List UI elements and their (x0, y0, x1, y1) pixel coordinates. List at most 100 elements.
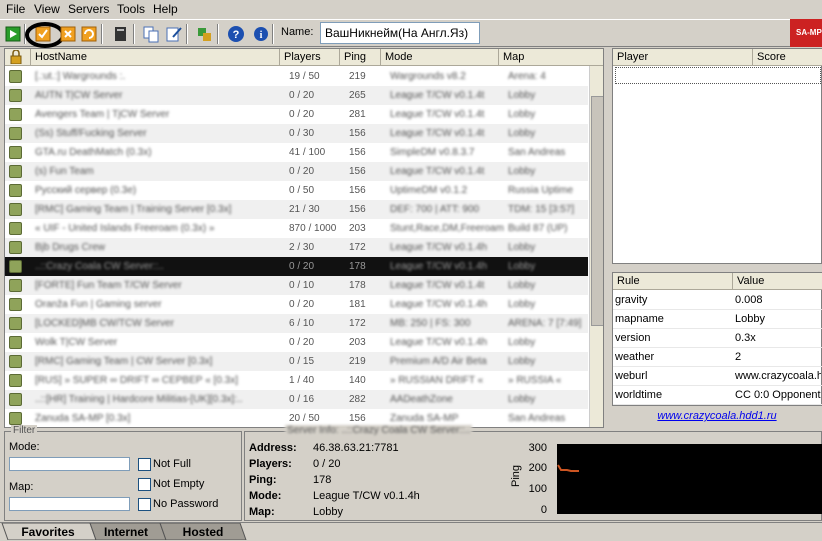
not-empty-checkbox[interactable] (138, 478, 151, 491)
server-host-cell: GTA.ru DeathMatch (0.3x) (35, 147, 152, 158)
tab-internet[interactable]: Internet (93, 524, 159, 541)
server-row[interactable]: (s) Fun Team 0 / 20 156 League T/CW v0.1.4t… (5, 162, 588, 181)
rule-row[interactable]: mapname Lobby (613, 310, 822, 329)
value-column-header[interactable]: Value (733, 273, 822, 290)
connect-button[interactable] (3, 24, 21, 42)
selected-server-row[interactable]: ..::Crazy Coala CW Server::.. 0 / 20 178 Le… (5, 257, 588, 276)
nickname-input[interactable]: ВашНикнейм(На Англ.Яз) (320, 22, 480, 44)
server-status-icon (9, 127, 22, 140)
server-map-cell: Arena: 4 (508, 71, 546, 82)
server-row[interactable]: AUTN T|CW Server 0 / 20 265 League T/CW v0.… (5, 86, 588, 105)
help-icon: ? (228, 26, 244, 42)
mode-filter-input[interactable] (9, 457, 130, 471)
server-row[interactable]: Wolk T|CW Server 0 / 20 203 League T/CW v0.… (5, 333, 588, 352)
rule-row[interactable]: weather 2 (613, 348, 822, 367)
server-tools-icon (198, 28, 211, 41)
rule-name-cell: mapname (615, 313, 664, 325)
server-row[interactable]: [FORTE] Fun Team T/CW Server 0 / 10 178 Lea… (5, 276, 588, 295)
server-row[interactable]: [RMC] Gaming Team | Training Server [0.3… (5, 200, 588, 219)
tab-hosted[interactable]: Hosted (165, 524, 241, 541)
menu-view[interactable]: View (34, 2, 60, 16)
server-players-cell: 870 / 1000 (289, 223, 337, 234)
master-list-button[interactable] (194, 24, 212, 42)
graph-tick-200: 200 (528, 462, 547, 474)
help-button[interactable]: ? (226, 24, 244, 42)
rule-row[interactable]: version 0.3x (613, 329, 822, 348)
menu-file[interactable]: File (6, 2, 25, 16)
not-full-checkbox[interactable] (138, 458, 151, 471)
server-website-link[interactable]: www.crazycoala.hdd1.ru (612, 406, 822, 426)
mode-column-header[interactable]: Mode (381, 49, 499, 66)
rule-value-cell: CC 0:0 Opponent (735, 389, 821, 401)
server-ping-cell: 219 (349, 71, 366, 82)
player-column-header[interactable]: Player (613, 49, 753, 66)
server-row[interactable]: Avengers Team | TjCW Server 0 / 20 281 Leag… (5, 105, 588, 124)
server-host-cell: [.:ut.:] Wargrounds :. (35, 71, 126, 82)
server-ping-cell: 156 (349, 166, 366, 177)
players-column-header[interactable]: Players (280, 49, 340, 66)
server-row[interactable]: Oranža Fun | Gaming server 0 / 20 181 Leagu… (5, 295, 588, 314)
copy-button[interactable] (141, 24, 159, 43)
menu-help[interactable]: Help (153, 2, 178, 16)
server-status-icon (9, 241, 22, 254)
server-status-icon (9, 89, 22, 102)
delete-icon (60, 26, 76, 42)
player-list[interactable]: Player Score (612, 48, 822, 264)
server-list-scrollbar[interactable] (589, 66, 603, 427)
rule-row[interactable]: worldtime CC 0:0 Opponent (613, 386, 822, 405)
rules-list[interactable]: Rule Value gravity 0.008 mapname Lobby versi… (612, 272, 822, 406)
menu-tools[interactable]: Tools (117, 2, 145, 16)
server-status-icon (9, 184, 22, 197)
server-row[interactable]: (Ss) Stuff/Fucking Server 0 / 30 156 League… (5, 124, 588, 143)
edit-button[interactable] (164, 24, 182, 42)
rule-row[interactable]: gravity 0.008 (613, 291, 822, 310)
server-row[interactable]: [RUS] » SUPER ∞ DRIFT ∞ СЕРВЕР « [0.3x] 1… (5, 371, 588, 390)
server-ping-cell: 156 (349, 185, 366, 196)
server-row[interactable]: [RMC] Gaming Team | CW Server [0.3x] 0 / … (5, 352, 588, 371)
server-status-icon (9, 355, 22, 368)
no-password-checkbox[interactable] (138, 498, 151, 511)
server-ping-cell: 181 (349, 299, 366, 310)
rule-row[interactable]: weburl www.crazycoala.h (613, 367, 822, 386)
menu-servers[interactable]: Servers (68, 2, 109, 16)
server-map-cell: Lobby (508, 280, 536, 291)
rule-name-cell: version (615, 332, 651, 344)
server-mode-cell: League T/CW v0.1.4t (390, 128, 485, 139)
menu-bar: File View Servers Tools Help (0, 0, 822, 18)
note-button[interactable] (110, 24, 128, 42)
server-row[interactable]: [LOCKED]MB CW/TCW Server 6 / 10 172 MB: 250… (5, 314, 588, 333)
server-players-cell: 0 / 20 (289, 261, 315, 272)
server-mode-cell: » RUSSIAN DRIFT « (390, 375, 484, 386)
rules-list-header: Rule Value (613, 273, 822, 290)
refresh-button[interactable] (79, 24, 97, 42)
server-map-cell: Lobby (508, 394, 536, 405)
rule-column-header[interactable]: Rule (613, 273, 733, 290)
server-row[interactable]: Bjb Drugs Crew 2 / 30 172 League T/CW v0.1.… (5, 238, 588, 257)
scrollbar-thumb[interactable] (591, 96, 603, 326)
server-row[interactable]: « UIF - United Islands Freeroam (0.3x) »… (5, 219, 588, 238)
server-row[interactable]: GTA.ru DeathMatch (0.3x) 41 / 100 156 Simpl… (5, 143, 588, 162)
map-filter-input[interactable] (9, 497, 130, 511)
server-status-icon (9, 146, 22, 159)
rule-value-cell: 0.008 (735, 294, 763, 306)
server-row[interactable]: [.:ut.:] Wargrounds :. 19 / 50 219 Wargroun… (5, 67, 588, 86)
about-button[interactable]: i (249, 24, 268, 42)
hostname-column-header[interactable]: HostName (31, 49, 280, 66)
server-list[interactable]: HostName Players Ping Mode Map [.:ut.:] … (4, 48, 604, 428)
server-ping-cell: 281 (349, 109, 366, 120)
score-column-header[interactable]: Score (753, 49, 822, 66)
server-row[interactable]: ..::[HR] Training | Hardcore Militias-[U… (5, 390, 588, 409)
server-ping-cell: 265 (349, 90, 366, 101)
server-ping-cell: 203 (349, 223, 366, 234)
map-column-header[interactable]: Map (499, 49, 603, 66)
server-host-cell: [RUS] » SUPER ∞ DRIFT ∞ СЕРВЕР « [0.3x] (35, 375, 239, 386)
tab-favorites[interactable]: Favorites (8, 524, 88, 541)
server-status-icon (9, 165, 22, 178)
server-map-cell: Lobby (508, 337, 536, 348)
server-row[interactable]: Русский сервер (0.3e) 0 / 50 156 UptimeDM v… (5, 181, 588, 200)
lock-column-header[interactable] (5, 49, 31, 66)
graph-y-label: Ping (510, 464, 523, 488)
delete-server-button[interactable] (58, 24, 76, 42)
copy-icon (143, 26, 159, 43)
ping-column-header[interactable]: Ping (340, 49, 381, 66)
